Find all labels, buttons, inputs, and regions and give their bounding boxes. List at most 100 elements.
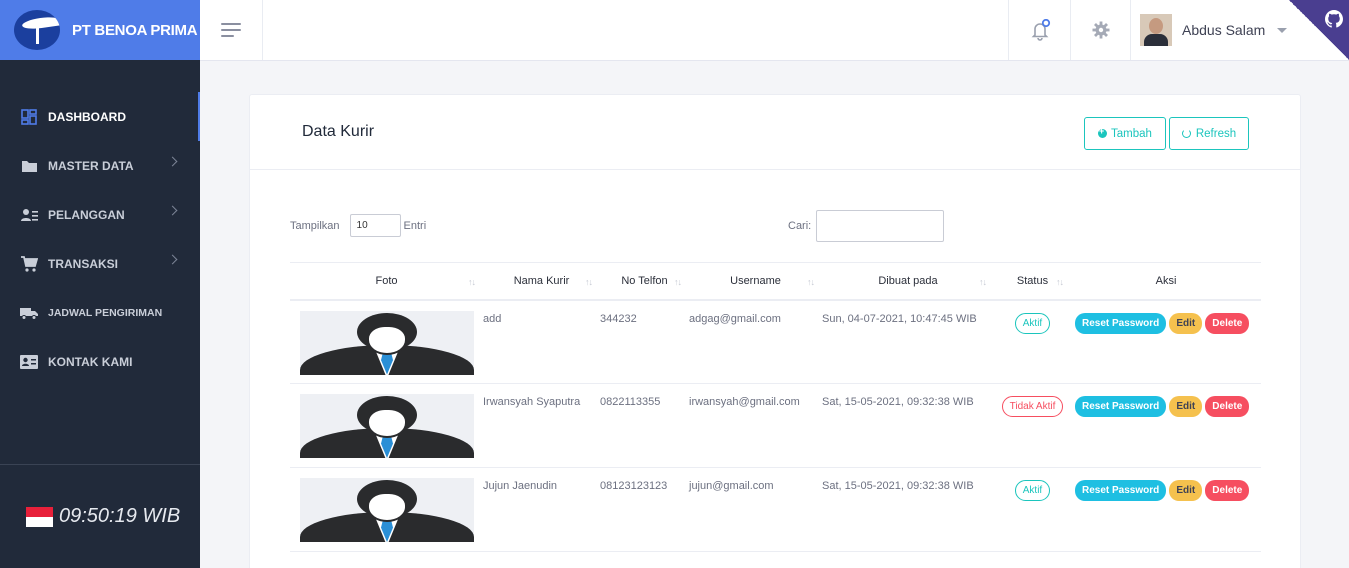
kurir-card: Data Kurir Tambah Refresh Tampilkan 10 E… (249, 94, 1301, 568)
cell-status: Tidak Aktif (994, 383, 1071, 468)
table-row: Irwansyah Syaputra 0822113355 irwansyah@… (290, 383, 1261, 468)
user-photo (300, 394, 474, 458)
column-header-dibuat[interactable]: Dibuat pada ↑↓ (822, 262, 994, 301)
cell-aksi: Reset Password Edit Delete (1071, 467, 1261, 552)
delete-button[interactable]: Delete (1205, 396, 1250, 417)
settings-button[interactable] (1070, 0, 1130, 60)
chevron-right-icon (167, 156, 178, 167)
sidebar-item-label: TRANSAKSI (48, 256, 119, 271)
sort-icon: ↑↓ (585, 277, 593, 287)
dashboard-icon (20, 108, 38, 125)
cell-telfon: 08123123123 (600, 467, 689, 552)
column-header-foto[interactable]: Foto ↑↓ (290, 262, 483, 301)
sort-icon: ↑↓ (674, 277, 682, 287)
cell-nama: Jujun Jaenudin (483, 467, 600, 552)
search-label: Cari: (788, 220, 812, 232)
avatar (1140, 14, 1172, 46)
sidebar-item-master-data[interactable]: MASTER DATA (0, 141, 200, 190)
reset-password-button[interactable]: Reset Password (1075, 312, 1167, 334)
sidebar: PT BENOA PRIMA DASHBOARD MASTER DATA PEL… (0, 0, 200, 568)
cell-aksi: Reset Password Edit Delete (1071, 383, 1261, 468)
sort-icon: ↑↓ (468, 277, 476, 287)
cell-dibuat: Sat, 15-05-2021, 09:32:38 WIB (822, 467, 994, 552)
indonesia-flag-icon (26, 506, 53, 527)
menu-toggle-icon[interactable] (200, 0, 263, 60)
cell-username: irwansyah@gmail.com (689, 383, 822, 468)
table-row: Jujun Jaenudin 08123123123 jujun@gmail.c… (290, 467, 1261, 552)
chevron-right-icon (167, 254, 178, 265)
notification-button[interactable] (1008, 0, 1070, 60)
column-header-username[interactable]: Username ↑↓ (689, 262, 822, 301)
truck-icon (20, 305, 38, 321)
chevron-down-icon (1277, 27, 1288, 33)
gear-icon (1092, 21, 1109, 39)
sidebar-nav: DASHBOARD MASTER DATA PELANGGAN TRANSAKS… (0, 92, 200, 386)
photo-cell (290, 299, 483, 384)
add-button[interactable]: Tambah (1084, 117, 1166, 150)
cell-nama: Irwansyah Syaputra (483, 383, 600, 468)
sidebar-item-kontak-kami[interactable]: KONTAK KAMI (0, 337, 200, 386)
cart-icon (20, 255, 38, 272)
cell-status: Aktif (994, 299, 1071, 384)
contact-card-icon (20, 354, 38, 370)
sidebar-item-label: JADWAL PENGIRIMAN (48, 306, 163, 319)
user-name: Abdus Salam (1182, 22, 1266, 38)
user-list-icon (20, 207, 38, 223)
user-photo (300, 478, 474, 542)
user-photo (300, 310, 474, 375)
bell-icon (1031, 19, 1050, 41)
cell-username: adgag@gmail.com (689, 299, 822, 384)
sidebar-item-transaksi[interactable]: TRANSAKSI (0, 239, 200, 288)
brand-header[interactable]: PT BENOA PRIMA (0, 0, 200, 60)
length-select[interactable]: 10 (349, 214, 401, 237)
add-button-label: Tambah (1111, 127, 1152, 140)
refresh-icon (1181, 129, 1191, 138)
table-header-row: Foto ↑↓ Nama Kurir ↑↓ No Telfon ↑↓ Username… (290, 262, 1261, 301)
table-row: add 344232 adgag@gmail.com Sun, 04-07-20… (290, 299, 1261, 384)
cell-status: Aktif (994, 467, 1071, 552)
sidebar-item-pelanggan[interactable]: PELANGGAN (0, 190, 200, 239)
sidebar-item-dashboard[interactable]: DASHBOARD (0, 92, 200, 141)
search-input[interactable] (816, 210, 945, 242)
clock: 09:50:19 WIB (59, 505, 181, 527)
delete-button[interactable]: Delete (1205, 312, 1250, 334)
sort-icon: ↑↓ (979, 277, 987, 287)
delete-button[interactable]: Delete (1205, 480, 1250, 501)
reset-password-button[interactable]: Reset Password (1075, 480, 1167, 501)
kurir-table: Foto ↑↓ Nama Kurir ↑↓ No Telfon ↑↓ Username… (290, 262, 1261, 552)
cell-dibuat: Sat, 15-05-2021, 09:32:38 WIB (822, 383, 994, 468)
status-badge: Aktif (1014, 312, 1051, 334)
sidebar-item-label: KONTAK KAMI (48, 354, 133, 369)
cell-nama: add (483, 299, 600, 384)
column-header-nama[interactable]: Nama Kurir ↑↓ (483, 262, 600, 301)
column-header-telfon[interactable]: No Telfon ↑↓ (600, 262, 689, 301)
card-header: Data Kurir Tambah Refresh (250, 95, 1300, 170)
sidebar-item-jadwal-pengiriman[interactable]: JADWAL PENGIRIMAN (0, 288, 200, 337)
sidebar-item-label: PELANGGAN (48, 207, 125, 222)
cell-telfon: 0822113355 (600, 383, 689, 468)
column-header-status[interactable]: Status ↑↓ (994, 262, 1071, 301)
edit-button[interactable]: Edit (1169, 480, 1203, 501)
github-icon (1325, 10, 1343, 28)
sort-icon: ↑↓ (807, 277, 815, 287)
plus-circle-icon (1098, 126, 1108, 138)
github-corner[interactable] (1289, 0, 1349, 60)
brand-name: PT BENOA PRIMA (72, 21, 198, 39)
edit-button[interactable]: Edit (1169, 396, 1203, 417)
length-label: Tampilkan (290, 219, 340, 232)
photo-cell (290, 383, 483, 468)
cell-dibuat: Sun, 04-07-2021, 10:47:45 WIB (822, 299, 994, 384)
cell-telfon: 344232 (600, 299, 689, 384)
reset-password-button[interactable]: Reset Password (1075, 396, 1167, 417)
length-suffix: Entri (403, 219, 427, 232)
sort-icon: ↑↓ (1056, 277, 1064, 287)
refresh-button[interactable]: Refresh (1169, 117, 1249, 150)
photo-cell (290, 467, 483, 552)
topbar: Abdus Salam (200, 0, 1349, 61)
company-logo-icon (14, 10, 60, 50)
edit-button[interactable]: Edit (1169, 312, 1203, 334)
column-header-aksi: Aksi (1071, 262, 1261, 301)
sidebar-item-label: MASTER DATA (48, 158, 134, 173)
refresh-button-label: Refresh (1195, 127, 1237, 140)
status-badge: Aktif (1014, 480, 1051, 501)
